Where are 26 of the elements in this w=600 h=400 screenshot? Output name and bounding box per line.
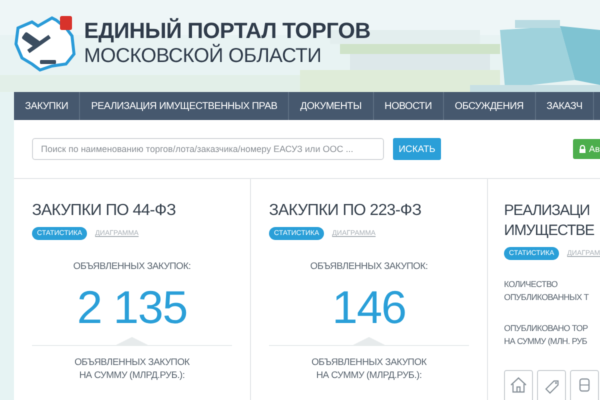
- login-button[interactable]: Ав: [573, 139, 600, 159]
- card-title: ЗАКУПКИ ПО 44-ФЗ: [32, 201, 177, 221]
- map-gavel-logo-icon: [12, 14, 76, 72]
- tag-icon[interactable]: [537, 370, 566, 400]
- stat-label: ОБЪЯВЛЕННЫХ ЗАКУПОК:: [72, 260, 192, 273]
- nav-tab[interactable]: РЕАЛИЗАЦИЯ ИМУЩЕСТВЕННЫХ ПРАВ: [80, 92, 290, 120]
- search-button[interactable]: ИСКАТЬ: [393, 138, 441, 160]
- lock-icon: [579, 145, 586, 153]
- card-title: ЗАКУПКИ ПО 223-ФЗ: [269, 201, 422, 221]
- portal-subtitle: МОСКОВСКОЙ ОБЛАСТИ: [84, 44, 322, 68]
- nav-tab[interactable]: ДОКУМЕНТЫ: [289, 92, 374, 120]
- portal-title: ЕДИНЫЙ ПОРТАЛ ТОРГОВ: [84, 18, 370, 44]
- card-title: РЕАЛИЗАЦИ ИМУЩЕСТВЕ: [504, 201, 596, 241]
- stat-value: 2 135: [76, 281, 188, 333]
- search-field[interactable]: Поиск по наименованию торгов/лота/заказчика/номеру ЕАСУЗ или ООС ...: [32, 138, 384, 160]
- stat-label: ОБЪЯВЛЕННЫХ ЗАКУПОК НА СУММУ (МЛРД.РУБ.):: [73, 356, 191, 382]
- nav-tab[interactable]: ЗАКУПКИ: [14, 92, 80, 120]
- nav-tab[interactable]: НОВОСТИ: [374, 92, 444, 120]
- stat-label: КОЛИЧЕСТВО ОПУБЛИКОВАННЫХ Т: [504, 278, 590, 304]
- stat-value: 146: [331, 281, 407, 333]
- stat-label: ОБЪЯВЛЕННЫХ ЗАКУПОК НА СУММУ (МЛРД.РУБ.):: [310, 356, 428, 382]
- stat-label: ОБЪЯВЛЕННЫХ ЗАКУПОК:: [309, 260, 429, 273]
- house-icon[interactable]: [504, 370, 533, 400]
- nav-tab[interactable]: ОБСУЖДЕНИЯ: [444, 92, 536, 120]
- nav-tab[interactable]: ЗАКАЗЧ: [536, 92, 594, 120]
- stat-label: ОПУБЛИКОВАНО ТОР НА СУММУ (МЛН. РУБ: [504, 322, 589, 348]
